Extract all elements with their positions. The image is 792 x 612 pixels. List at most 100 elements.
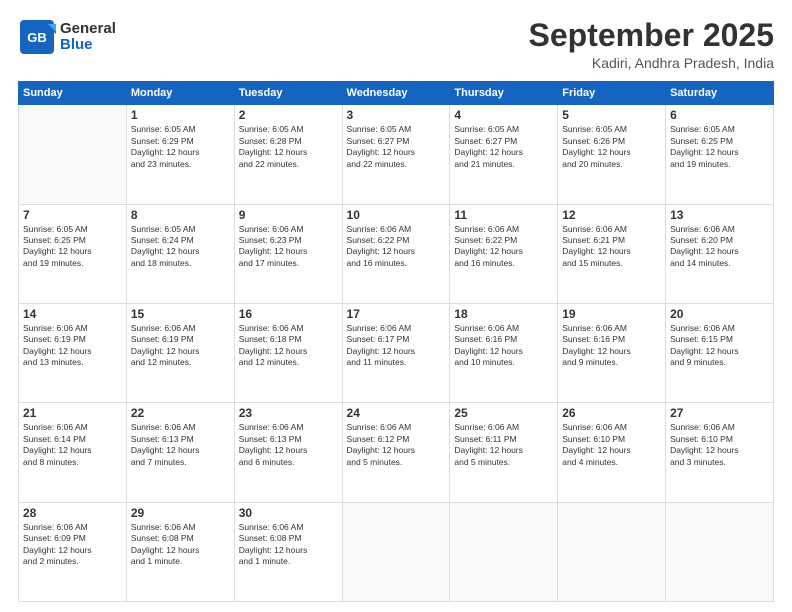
day-number: 7: [23, 208, 122, 222]
day-info: Sunrise: 6:05 AM Sunset: 6:27 PM Dayligh…: [454, 124, 553, 170]
day-info: Sunrise: 6:05 AM Sunset: 6:27 PM Dayligh…: [347, 124, 446, 170]
day-info: Sunrise: 6:05 AM Sunset: 6:26 PM Dayligh…: [562, 124, 661, 170]
table-row: 15 Sunrise: 6:06 AM Sunset: 6:19 PM Dayli…: [126, 303, 234, 402]
day-number: 3: [347, 108, 446, 122]
day-number: 30: [239, 506, 338, 520]
table-row: [342, 502, 450, 601]
col-friday: Friday: [558, 82, 666, 105]
day-number: 5: [562, 108, 661, 122]
calendar-row: 7 Sunrise: 6:05 AM Sunset: 6:25 PM Daylig…: [19, 204, 774, 303]
col-saturday: Saturday: [666, 82, 774, 105]
day-number: 12: [562, 208, 661, 222]
table-row: [450, 502, 558, 601]
table-row: 24Sunrise: 6:06 AM Sunset: 6:12 PM Dayli…: [342, 403, 450, 502]
table-row: 4 Sunrise: 6:05 AM Sunset: 6:27 PM Daylig…: [450, 105, 558, 204]
day-info: Sunrise: 6:06 AM Sunset: 6:15 PM Dayligh…: [670, 323, 769, 369]
day-info: Sunrise: 6:06 AM Sunset: 6:08 PM Dayligh…: [239, 522, 338, 568]
table-row: 23 Sunrise: 6:06 AM Sunset: 6:13 PM Dayli…: [234, 403, 342, 502]
table-row: 22 Sunrise: 6:06 AM Sunset: 6:13 PM Dayli…: [126, 403, 234, 502]
table-row: 17 Sunrise: 6:06 AM Sunset: 6:17 PM Dayli…: [342, 303, 450, 402]
table-row: 20 Sunrise: 6:06 AM Sunset: 6:15 PM Dayli…: [666, 303, 774, 402]
table-row: 26 Sunrise: 6:06 AM Sunset: 6:10 PM Dayli…: [558, 403, 666, 502]
day-number: 14: [23, 307, 122, 321]
calendar-table: Sunday Monday Tuesday Wednesday Thursday…: [18, 81, 774, 602]
day-number: 4: [454, 108, 553, 122]
day-number: 22: [131, 406, 230, 420]
day-info: Sunrise: 6:06 AM Sunset: 6:20 PM Dayligh…: [670, 224, 769, 270]
header: GB General Blue September 2025 Kadiri, A…: [18, 18, 774, 71]
table-row: 8 Sunrise: 6:05 AM Sunset: 6:24 PM Daylig…: [126, 204, 234, 303]
table-row: 13 Sunrise: 6:06 AM Sunset: 6:20 PM Dayli…: [666, 204, 774, 303]
logo-blue: Blue: [60, 36, 93, 53]
table-row: 10Sunrise: 6:06 AM Sunset: 6:22 PM Dayli…: [342, 204, 450, 303]
table-row: 27Sunrise: 6:06 AM Sunset: 6:10 PM Dayli…: [666, 403, 774, 502]
day-number: 9: [239, 208, 338, 222]
day-info: Sunrise: 6:06 AM Sunset: 6:17 PM Dayligh…: [347, 323, 446, 369]
table-row: 28Sunrise: 6:06 AM Sunset: 6:09 PM Dayli…: [19, 502, 127, 601]
logo-general: General: [60, 20, 116, 37]
day-info: Sunrise: 6:06 AM Sunset: 6:14 PM Dayligh…: [23, 422, 122, 468]
day-number: 8: [131, 208, 230, 222]
day-number: 19: [562, 307, 661, 321]
table-row: 1 Sunrise: 6:05 AM Sunset: 6:29 PM Daylig…: [126, 105, 234, 204]
day-info: Sunrise: 6:06 AM Sunset: 6:22 PM Dayligh…: [454, 224, 553, 270]
day-info: Sunrise: 6:05 AM Sunset: 6:25 PM Dayligh…: [670, 124, 769, 170]
day-number: 20: [670, 307, 769, 321]
day-number: 11: [454, 208, 553, 222]
day-info: Sunrise: 6:06 AM Sunset: 6:19 PM Dayligh…: [131, 323, 230, 369]
table-row: [19, 105, 127, 204]
table-row: 30 Sunrise: 6:06 AM Sunset: 6:08 PM Dayli…: [234, 502, 342, 601]
table-row: 7 Sunrise: 6:05 AM Sunset: 6:25 PM Daylig…: [19, 204, 127, 303]
day-info: Sunrise: 6:06 AM Sunset: 6:13 PM Dayligh…: [239, 422, 338, 468]
col-monday: Monday: [126, 82, 234, 105]
day-number: 18: [454, 307, 553, 321]
table-row: 25Sunrise: 6:06 AM Sunset: 6:11 PM Dayli…: [450, 403, 558, 502]
table-row: 6 Sunrise: 6:05 AM Sunset: 6:25 PM Daylig…: [666, 105, 774, 204]
day-number: 1: [131, 108, 230, 122]
day-number: 13: [670, 208, 769, 222]
day-info: Sunrise: 6:06 AM Sunset: 6:16 PM Dayligh…: [562, 323, 661, 369]
calendar-row: 14 Sunrise: 6:06 AM Sunset: 6:19 PM Dayli…: [19, 303, 774, 402]
day-number: 17: [347, 307, 446, 321]
day-info: Sunrise: 6:05 AM Sunset: 6:25 PM Dayligh…: [23, 224, 122, 270]
col-wednesday: Wednesday: [342, 82, 450, 105]
table-row: 2Sunrise: 6:05 AM Sunset: 6:28 PM Daylig…: [234, 105, 342, 204]
calendar-row: 1 Sunrise: 6:05 AM Sunset: 6:29 PM Daylig…: [19, 105, 774, 204]
day-number: 2: [239, 108, 338, 122]
table-row: 19 Sunrise: 6:06 AM Sunset: 6:16 PM Dayli…: [558, 303, 666, 402]
table-row: 9 Sunrise: 6:06 AM Sunset: 6:23 PM Daylig…: [234, 204, 342, 303]
day-number: 23: [239, 406, 338, 420]
day-number: 28: [23, 506, 122, 520]
day-number: 26: [562, 406, 661, 420]
title-area: September 2025 Kadiri, Andhra Pradesh, I…: [529, 18, 774, 71]
location: Kadiri, Andhra Pradesh, India: [529, 55, 774, 71]
day-number: 15: [131, 307, 230, 321]
col-thursday: Thursday: [450, 82, 558, 105]
day-number: 27: [670, 406, 769, 420]
day-info: Sunrise: 6:06 AM Sunset: 6:18 PM Dayligh…: [239, 323, 338, 369]
day-info: Sunrise: 6:06 AM Sunset: 6:13 PM Dayligh…: [131, 422, 230, 468]
day-number: 6: [670, 108, 769, 122]
day-number: 16: [239, 307, 338, 321]
day-info: Sunrise: 6:06 AM Sunset: 6:23 PM Dayligh…: [239, 224, 338, 270]
table-row: 21 Sunrise: 6:06 AM Sunset: 6:14 PM Dayli…: [19, 403, 127, 502]
day-info: Sunrise: 6:05 AM Sunset: 6:29 PM Dayligh…: [131, 124, 230, 170]
calendar-row: 28Sunrise: 6:06 AM Sunset: 6:09 PM Dayli…: [19, 502, 774, 601]
day-info: Sunrise: 6:06 AM Sunset: 6:21 PM Dayligh…: [562, 224, 661, 270]
svg-text:GB: GB: [27, 30, 47, 45]
table-row: 29Sunrise: 6:06 AM Sunset: 6:08 PM Dayli…: [126, 502, 234, 601]
day-number: 25: [454, 406, 553, 420]
month-title: September 2025: [529, 18, 774, 53]
day-number: 29: [131, 506, 230, 520]
table-row: 5 Sunrise: 6:05 AM Sunset: 6:26 PM Daylig…: [558, 105, 666, 204]
table-row: 16 Sunrise: 6:06 AM Sunset: 6:18 PM Dayli…: [234, 303, 342, 402]
table-row: [666, 502, 774, 601]
day-info: Sunrise: 6:05 AM Sunset: 6:24 PM Dayligh…: [131, 224, 230, 270]
day-info: Sunrise: 6:06 AM Sunset: 6:10 PM Dayligh…: [562, 422, 661, 468]
table-row: 3 Sunrise: 6:05 AM Sunset: 6:27 PM Daylig…: [342, 105, 450, 204]
day-number: 21: [23, 406, 122, 420]
day-info: Sunrise: 6:06 AM Sunset: 6:19 PM Dayligh…: [23, 323, 122, 369]
page: GB General Blue September 2025 Kadiri, A…: [0, 0, 792, 612]
col-tuesday: Tuesday: [234, 82, 342, 105]
day-info: Sunrise: 6:06 AM Sunset: 6:12 PM Dayligh…: [347, 422, 446, 468]
